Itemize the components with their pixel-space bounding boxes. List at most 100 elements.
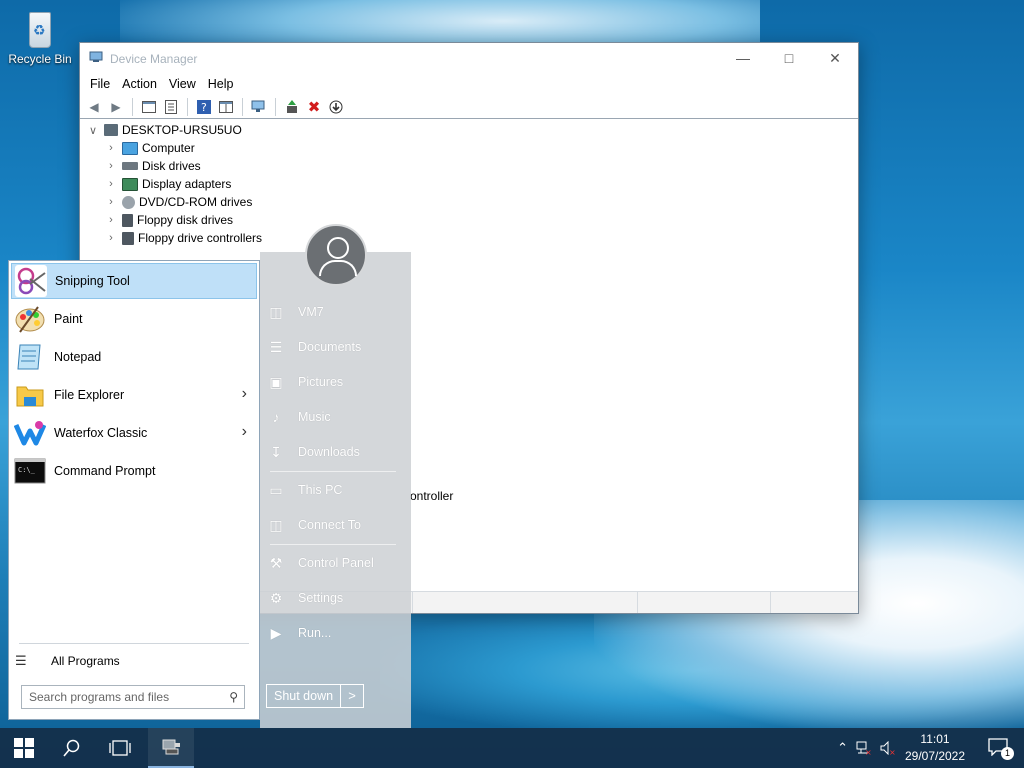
chevron-right-icon[interactable]: › (242, 423, 247, 441)
floppy-controller-icon (122, 231, 134, 245)
display-adapter-icon (122, 177, 138, 191)
tree-item-floppy-controllers[interactable]: › Floppy drive controllers (80, 229, 858, 247)
title-bar[interactable]: Device Manager — □ ✕ (80, 43, 858, 73)
show-hide-console-tree-icon[interactable] (139, 97, 159, 117)
task-view-icon (109, 740, 131, 756)
control-panel-icon: ⚒ (269, 554, 283, 571)
chevron-right-icon[interactable]: › (104, 232, 118, 244)
device-manager-icon (89, 51, 103, 62)
tree-item-computer[interactable]: › Computer (80, 139, 858, 157)
enable-device-icon[interactable] (326, 97, 346, 117)
toolbar-separator (242, 97, 243, 116)
search-icon[interactable]: ⚲ (229, 686, 238, 708)
program-command-prompt[interactable]: C:\_ Command Prompt (11, 453, 257, 489)
disk-drive-icon (122, 162, 138, 170)
tree-item-display-adapters[interactable]: › Display adapters (80, 175, 858, 193)
back-icon[interactable]: ◀ (84, 97, 104, 117)
status-pane (413, 592, 638, 613)
start-link-control-panel[interactable]: ⚒ Control Panel (266, 548, 406, 578)
chevron-right-icon[interactable]: › (104, 178, 118, 190)
chevron-right-icon[interactable]: › (104, 142, 118, 154)
action-pane-icon[interactable] (216, 97, 236, 117)
update-driver-icon[interactable] (282, 97, 302, 117)
start-link-label: VM7 (298, 305, 324, 319)
minimize-button[interactable]: — (720, 43, 766, 73)
run-icon: ▶ (270, 624, 282, 641)
search-input[interactable]: Search programs and files ⚲ (21, 685, 245, 709)
chevron-right-icon[interactable]: › (104, 160, 118, 172)
tree-item-label: Computer (142, 141, 195, 155)
program-paint[interactable]: Paint (11, 301, 257, 337)
start-link-settings[interactable]: ⚙ Settings (266, 583, 406, 613)
start-link-run[interactable]: ▶ Run... (266, 618, 406, 648)
menu-view[interactable]: View (163, 77, 202, 91)
start-link-user-folder[interactable]: ◫ VM7 (266, 297, 406, 327)
chevron-right-icon[interactable]: › (104, 214, 118, 226)
status-pane (638, 592, 771, 613)
start-link-label: Pictures (298, 375, 344, 389)
chevron-right-icon[interactable]: › (104, 196, 118, 208)
action-center-button[interactable]: 1 (988, 738, 1014, 760)
scan-hardware-icon[interactable] (249, 97, 269, 117)
start-link-label: Downloads (298, 445, 360, 459)
taskbar-device-manager[interactable] (148, 728, 194, 768)
menu-help[interactable]: Help (202, 77, 240, 91)
chevron-down-icon[interactable]: ∨ (86, 124, 100, 137)
clock[interactable]: 11:01 29/07/2022 (902, 731, 968, 765)
start-button[interactable] (0, 728, 48, 768)
program-waterfox-classic[interactable]: Waterfox Classic › (11, 415, 257, 451)
shutdown-options-button[interactable]: > (341, 685, 363, 707)
tree-root-label: DESKTOP-URSU5UO (122, 123, 242, 137)
tree-item-disk-drives[interactable]: › Disk drives (80, 157, 858, 175)
programs-divider (19, 643, 249, 644)
start-link-label: Control Panel (298, 556, 374, 570)
menu-bar: File Action View Help (80, 73, 858, 95)
program-notepad[interactable]: Notepad (11, 339, 257, 375)
start-link-pictures[interactable]: ▣ Pictures (266, 367, 406, 397)
tray-show-hidden[interactable]: ⌃ (837, 728, 848, 768)
properties-icon[interactable] (161, 97, 181, 117)
forward-icon[interactable]: ▶ (106, 97, 126, 117)
windows-logo-icon (14, 738, 34, 758)
start-link-music[interactable]: ♪ Music (266, 402, 406, 432)
device-tree: ∨ DESKTOP-URSU5UO › Computer › Disk driv… (80, 119, 858, 247)
network-icon[interactable]: × (856, 728, 872, 768)
start-link-documents[interactable]: ☰ Documents (266, 332, 406, 362)
start-link-connect-to[interactable]: ◫ Connect To (266, 510, 406, 540)
tree-item-dvd-drives[interactable]: › DVD/CD-ROM drives (80, 193, 858, 211)
folder-icon (14, 379, 46, 411)
start-link-label: Documents (298, 340, 362, 354)
task-view-button[interactable] (96, 728, 144, 768)
waterfox-icon (13, 417, 47, 449)
close-button[interactable]: ✕ (812, 43, 858, 73)
search-button[interactable] (48, 728, 96, 768)
svg-text:C:\_: C:\_ (18, 466, 36, 474)
start-link-this-pc[interactable]: ▭ This PC (266, 475, 406, 505)
program-snipping-tool[interactable]: Snipping Tool (11, 263, 257, 299)
uninstall-device-icon[interactable]: ✖ (304, 97, 324, 117)
menu-action[interactable]: Action (116, 77, 163, 91)
start-link-label: Music (298, 410, 331, 424)
volume-muted-icon[interactable]: × (880, 728, 896, 768)
recycle-bin-icon (23, 6, 57, 50)
window-title: Device Manager (110, 52, 198, 66)
user-avatar[interactable] (305, 224, 367, 286)
documents-icon: ☰ (269, 338, 283, 355)
start-link-downloads[interactable]: ↧ Downloads (266, 437, 406, 467)
tree-item-floppy-disk-drives[interactable]: › Floppy disk drives (80, 211, 858, 229)
tree-root[interactable]: ∨ DESKTOP-URSU5UO (80, 121, 858, 139)
shutdown-button[interactable]: Shut down (267, 685, 342, 707)
program-label: Waterfox Classic (54, 426, 148, 440)
program-file-explorer[interactable]: File Explorer › (11, 377, 257, 413)
start-link-label: This PC (298, 483, 343, 497)
all-programs-button[interactable]: ☰ All Programs (15, 649, 120, 673)
clock-date: 29/07/2022 (904, 749, 966, 763)
paint-palette-icon (14, 303, 46, 335)
chevron-right-icon[interactable]: › (242, 385, 247, 403)
maximize-button[interactable]: □ (766, 43, 812, 73)
menu-file[interactable]: File (84, 77, 116, 91)
recycle-bin-shortcut[interactable]: Recycle Bin (6, 6, 74, 66)
all-programs-label: All Programs (51, 654, 120, 668)
help-icon[interactable]: ? (194, 97, 214, 117)
tree-item-label: Floppy disk drives (137, 213, 234, 227)
